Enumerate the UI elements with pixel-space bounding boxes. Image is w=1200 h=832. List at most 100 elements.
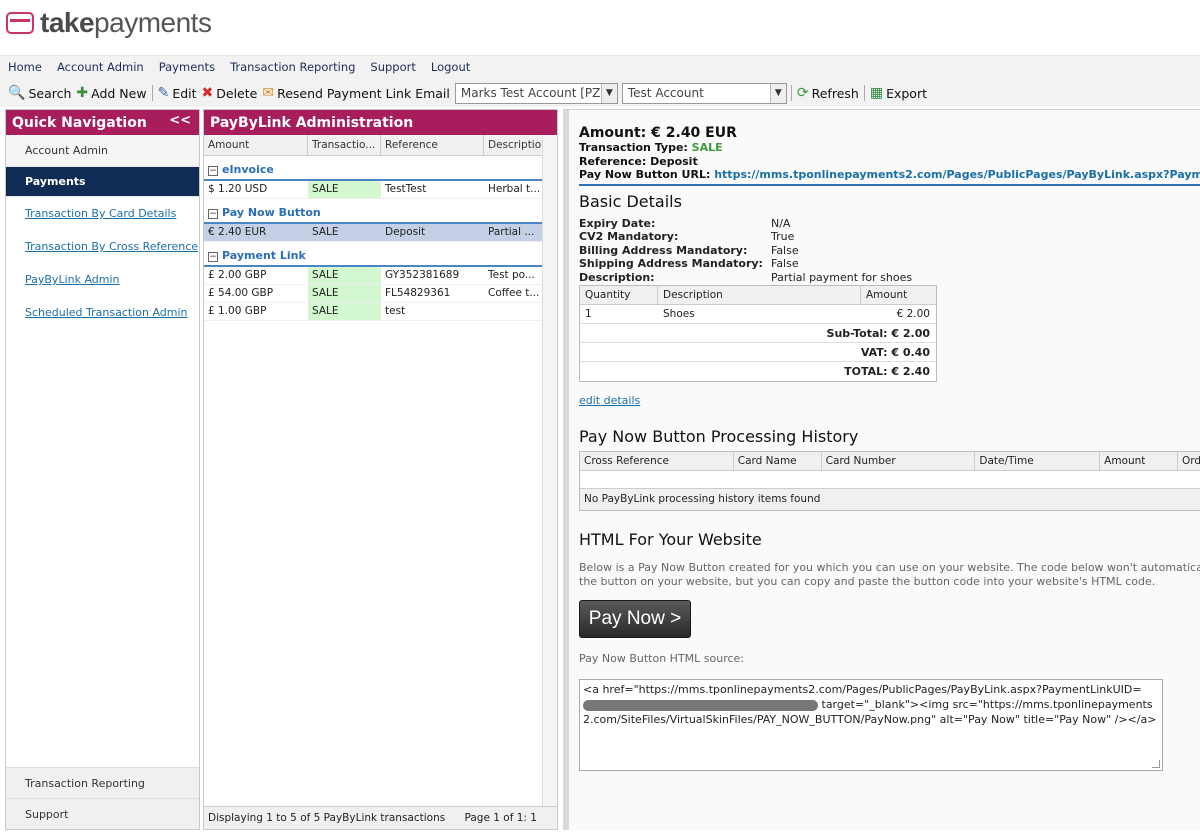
cell-reference: TestTest (385, 183, 427, 195)
nav-transaction-reporting[interactable]: Transaction Reporting (6, 767, 199, 798)
quick-navigation-header: Quick Navigation << (6, 110, 199, 135)
history-empty-row (580, 471, 1200, 489)
toolbar-separator (863, 85, 865, 101)
line-description: Shoes (663, 308, 695, 320)
detail-value: Partial payment for shoes (771, 270, 913, 284)
export-button[interactable]: ▦ Export (870, 85, 927, 101)
html-section-title: HTML For Your Website (579, 530, 762, 549)
nav-support[interactable]: Support (6, 798, 199, 829)
table-row[interactable]: $ 1.20 USD SALE TestTest Herbal t... (204, 181, 557, 199)
cell-description: Test po... (488, 269, 535, 281)
source-label: Pay Now Button HTML source: (579, 652, 745, 665)
nav-payments[interactable]: Payments (6, 167, 199, 197)
nav-account-admin[interactable]: Account Admin (6, 135, 199, 167)
edit-icon: ✎ (157, 85, 170, 101)
collapse-button[interactable]: << (169, 113, 191, 128)
cell-type: SALE (312, 226, 339, 238)
detail-label: Shipping Address Mandatory: (579, 257, 763, 270)
line-item-row: 1 Shoes € 2.00 (580, 305, 936, 324)
cell-description: Herbal t... (488, 183, 541, 195)
history-empty-message: No PayByLink processing history items fo… (580, 489, 1200, 510)
detail-value: False (771, 243, 799, 257)
cell-reference: Deposit (385, 226, 426, 238)
table-row[interactable]: £ 2.00 GBP SALE GY352381689 Test po... (204, 267, 557, 285)
card-icon (6, 12, 34, 34)
detail-value: N/A (771, 216, 791, 230)
group-payment-link[interactable]: − Payment Link (204, 242, 557, 267)
resend-email-button[interactable]: ✉ Resend Payment Link Email (262, 85, 450, 101)
paybylink-header: PayByLink Administration (204, 110, 557, 135)
detail-label: CV2 Mandatory: (579, 230, 679, 243)
transaction-type-value: SALE (691, 141, 723, 154)
redacted-uid (583, 699, 818, 711)
delete-icon: ✖ (201, 85, 214, 101)
grid-footer: Displaying 1 to 5 of 5 PayByLink transac… (204, 806, 557, 829)
pay-now-button[interactable]: Pay Now > (579, 600, 691, 638)
transaction-type-line: Transaction Type: SALE (579, 141, 723, 154)
table-row[interactable]: £ 54.00 GBP SALE FL54829361 Coffee t... (204, 285, 557, 303)
basic-details-title: Basic Details (579, 191, 682, 211)
column-card-name: Card Name (734, 452, 822, 470)
column-card-number: Card Number (822, 452, 976, 470)
edit-button[interactable]: ✎ Edit (158, 85, 197, 101)
refresh-button[interactable]: ⟳ Refresh (797, 85, 859, 101)
grid-scrollbar[interactable] (542, 135, 557, 806)
cell-type: SALE (308, 181, 381, 198)
total: TOTAL: € 2.40 (844, 365, 930, 378)
test-account-select[interactable]: Test Account ▼ (621, 82, 787, 104)
cell-reference: GY352381689 (385, 269, 460, 281)
nav-paybylink-admin[interactable]: PayByLink Admin (6, 263, 199, 296)
page-indicator[interactable]: Page 1 of 1: 1 (465, 807, 537, 829)
paybylink-administration-panel: PayByLink Administration Amount Transact… (203, 109, 558, 830)
pay-now-url-line: Pay Now Button URL: https://mms.tponline… (579, 168, 1200, 182)
resize-handle[interactable] (1152, 760, 1160, 768)
menu-home[interactable]: Home (8, 60, 42, 74)
column-cross-reference: Cross Reference (580, 452, 734, 470)
add-user-icon: ✚ (76, 85, 89, 101)
main-menu: Home Account Admin Payments Transaction … (8, 60, 485, 74)
toolbar-separator (151, 85, 153, 101)
group-einvoice[interactable]: − eInvoice (204, 156, 557, 181)
search-button[interactable]: 🔍 Search (8, 85, 71, 101)
cell-type: SALE (308, 267, 381, 284)
nav-transaction-by-card-details[interactable]: Transaction By Card Details (6, 197, 199, 230)
cell-description: Partial ... (488, 226, 535, 238)
column-reference[interactable]: Reference (381, 135, 484, 155)
table-row-selected[interactable]: € 2.40 EUR SALE Deposit Partial ... (204, 224, 557, 242)
pay-now-url-link[interactable]: https://mms.tponlinepayments2.com/Pages/… (714, 168, 1200, 181)
brand-logo[interactable]: takepayments (6, 6, 212, 40)
table-row[interactable]: £ 1.00 GBP SALE test (204, 303, 557, 321)
line-items-header: Quantity Description Amount (580, 286, 936, 305)
menu-logout[interactable]: Logout (431, 60, 470, 74)
group-pay-now-button[interactable]: − Pay Now Button (204, 199, 557, 224)
collapse-group-icon[interactable]: − (208, 166, 218, 176)
export-icon: ▦ (869, 85, 884, 101)
menu-payments[interactable]: Payments (159, 60, 215, 74)
cell-amount: £ 1.00 GBP (208, 305, 267, 317)
chevron-down-icon: ▼ (769, 83, 786, 103)
detail-label: Expiry Date: (579, 216, 656, 230)
collapse-group-icon[interactable]: − (208, 252, 218, 262)
edit-details-link[interactable]: edit details (579, 394, 640, 407)
vat: VAT: € 0.40 (580, 343, 936, 362)
account-select[interactable]: Marks Test Account [PZN ▼ (454, 82, 618, 104)
menu-support[interactable]: Support (370, 60, 415, 74)
collapse-group-icon[interactable]: − (208, 209, 218, 219)
detail-label: Billing Address Mandatory: (579, 243, 748, 257)
add-new-button[interactable]: ✚ Add New (76, 85, 146, 101)
history-header: Cross Reference Card Name Card Number Da… (580, 452, 1200, 471)
menu-account-admin[interactable]: Account Admin (57, 60, 144, 74)
nav-scheduled-transaction-admin[interactable]: Scheduled Transaction Admin (6, 296, 199, 329)
quick-navigation-panel: Quick Navigation << Account Admin Paymen… (5, 109, 200, 830)
column-transaction-type[interactable]: Transactio... (308, 135, 381, 155)
column-description[interactable]: Description (484, 135, 543, 155)
delete-button[interactable]: ✖ Delete (202, 85, 258, 101)
nav-transaction-by-cross-reference[interactable]: Transaction By Cross Reference (6, 230, 199, 263)
cell-amount: $ 1.20 USD (208, 183, 268, 195)
html-source-textarea[interactable]: <a href="https://mms.tponlinepayments2.c… (579, 679, 1163, 771)
menu-transaction-reporting[interactable]: Transaction Reporting (230, 60, 355, 74)
amount-heading: Amount: € 2.40 EUR (579, 125, 737, 141)
column-amount[interactable]: Amount (204, 135, 308, 155)
toolbar-separator (790, 85, 792, 101)
subtotal: Sub-Total: € 2.00 (580, 324, 936, 343)
